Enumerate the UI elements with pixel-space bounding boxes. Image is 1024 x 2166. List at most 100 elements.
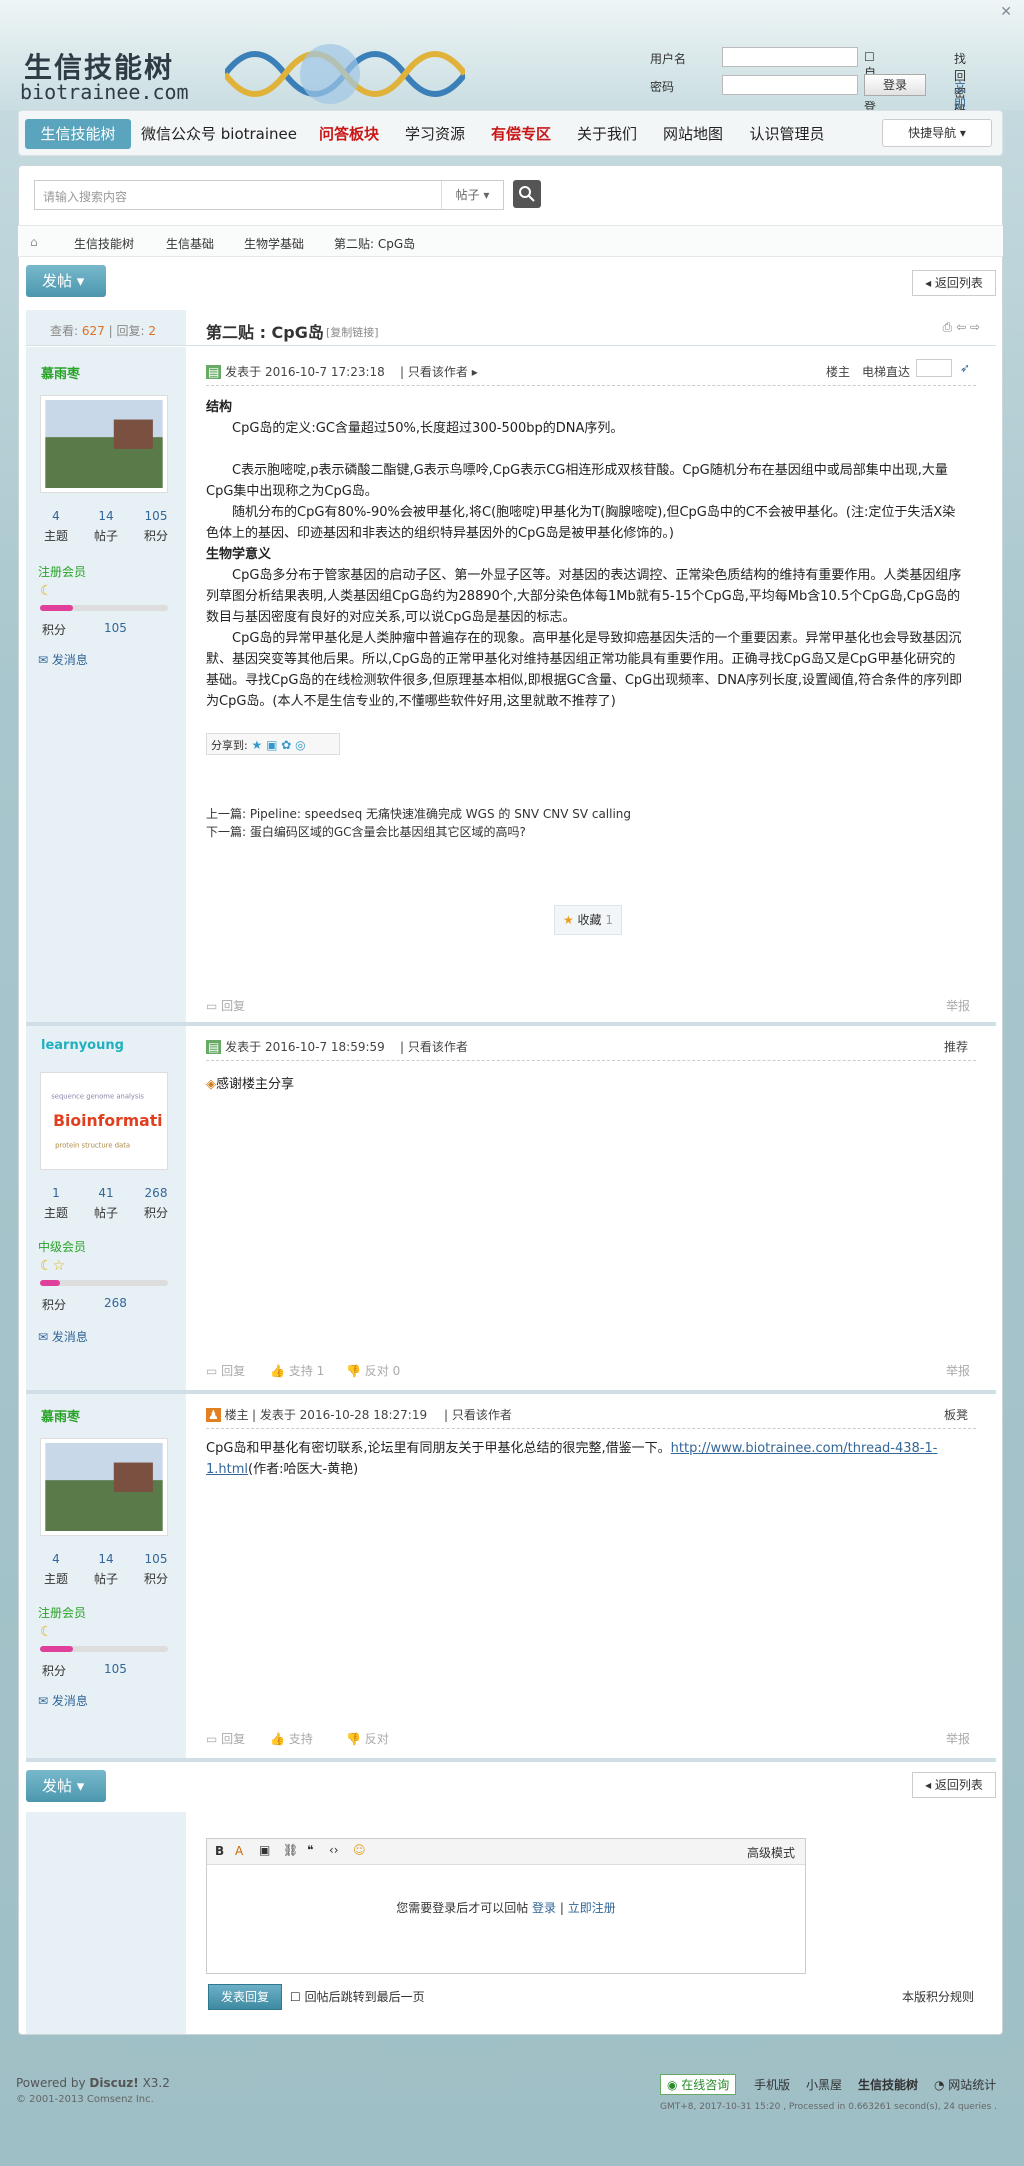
font-color-icon[interactable]: A bbox=[235, 1844, 243, 1858]
user-group[interactable]: 注册会员 bbox=[38, 1604, 86, 1621]
close-icon[interactable]: ✕ bbox=[1000, 4, 1012, 20]
send-message-link[interactable]: ✉ 发消息 bbox=[38, 651, 88, 668]
send-message-link[interactable]: ✉ 发消息 bbox=[38, 1692, 88, 1709]
logo-en[interactable]: biotrainee.com bbox=[20, 80, 189, 104]
stats-link[interactable]: ◔ 网站统计 bbox=[934, 2076, 996, 2093]
search-box: 请输入搜索内容 帖子 ▾ bbox=[34, 180, 504, 210]
print-prev-next-icons[interactable]: ⎙ ⇦ ⇨ bbox=[943, 320, 980, 335]
smiley-icon[interactable]: ☺ bbox=[353, 1843, 366, 1857]
reply-button[interactable]: ▭ 回复 bbox=[206, 1730, 245, 1747]
favorite-button[interactable]: ★ 收藏 1 bbox=[554, 905, 622, 935]
post-content: CpG岛和甲基化有密切联系,论坛里有同朋友关于甲基化总结的很完整,借鉴一下。ht… bbox=[206, 1441, 938, 1477]
search-type-select[interactable]: 帖子 ▾ bbox=[441, 181, 503, 209]
post-time: ▤ 发表于 2016-10-7 18:59:59 bbox=[206, 1040, 385, 1054]
crumb-2[interactable]: 生信基础 bbox=[166, 235, 214, 252]
quote-icon[interactable]: ❝ bbox=[307, 1843, 313, 1857]
password-label: 密码 bbox=[650, 80, 675, 94]
crumb-3[interactable]: 生物学基础 bbox=[244, 235, 304, 252]
quick-nav-dropdown[interactable]: 快捷导航 ▾ bbox=[882, 119, 992, 147]
nav-home[interactable]: 生信技能树 bbox=[25, 119, 131, 149]
avatar[interactable] bbox=[40, 1438, 168, 1536]
nav-paid[interactable]: 有偿专区 bbox=[481, 119, 561, 149]
share-bar: 分享到: ★ ▣ ✿ ◎ bbox=[206, 733, 340, 755]
jump-last-checkbox[interactable]: ☐ 回帖后跳转到最后一页 bbox=[290, 1988, 425, 2005]
nav-about[interactable]: 关于我们 bbox=[567, 119, 647, 149]
user-group[interactable]: 注册会员 bbox=[38, 563, 86, 580]
level-bar bbox=[40, 605, 168, 611]
send-message-link[interactable]: ✉ 发消息 bbox=[38, 1328, 88, 1345]
search-input[interactable]: 请输入搜索内容 bbox=[43, 188, 127, 205]
reply-editor: B A ▣ ⛓ ❝ ‹› ☺ 高级模式 您需要登录后才可以回帖 登录 | 立即注… bbox=[206, 1838, 806, 1974]
owner-badge: ♟ 楼主 bbox=[206, 1408, 249, 1422]
nav-learning[interactable]: 学习资源 bbox=[395, 119, 475, 149]
submit-reply-button[interactable]: 发表回复 bbox=[208, 1984, 282, 2010]
avatar[interactable] bbox=[40, 395, 168, 493]
site-link[interactable]: 生信技能树 bbox=[858, 2076, 918, 2093]
only-author-link[interactable]: | 只看该作者 bbox=[444, 1406, 512, 1423]
new-thread-button-bottom[interactable]: 发帖 ▾ bbox=[26, 1770, 106, 1802]
code-icon[interactable]: ‹› bbox=[329, 1843, 339, 1857]
search-icon bbox=[519, 186, 535, 202]
author-name[interactable]: 慕雨枣 bbox=[41, 363, 80, 382]
back-to-list-button[interactable]: ◂ 返回列表 bbox=[912, 270, 996, 296]
report-button[interactable]: 举报 bbox=[946, 1362, 970, 1379]
nav-wechat[interactable]: 微信公众号 biotrainee bbox=[139, 119, 299, 149]
editor-toolbar: B A ▣ ⛓ ❝ ‹› ☺ 高级模式 bbox=[207, 1839, 805, 1865]
copy-link[interactable]: [复制链接] bbox=[326, 324, 379, 340]
breadcrumb: ⌂ 生信技能树 生信基础 生物学基础 第二贴: CpG岛 bbox=[18, 225, 1003, 257]
jump-icon[interactable]: ➶ bbox=[960, 361, 970, 375]
oppose-button[interactable]: 👎 反对 bbox=[346, 1730, 389, 1747]
only-author-link[interactable]: | 只看该作者 ▸ bbox=[400, 363, 478, 380]
blacklist-link[interactable]: 小黑屋 bbox=[806, 2076, 842, 2093]
discuz-link[interactable]: Discuz! bbox=[89, 2076, 138, 2090]
editor-login-link[interactable]: 登录 bbox=[532, 1901, 556, 1915]
next-thread-link[interactable]: 下一篇: 蛋白编码区域的GC含量会比基因组其它区域的高吗? bbox=[206, 823, 526, 840]
only-author-link[interactable]: | 只看该作者 bbox=[400, 1038, 468, 1055]
support-button[interactable]: 👍 支持 1 bbox=[270, 1362, 324, 1379]
report-button[interactable]: 举报 bbox=[946, 1730, 970, 1747]
dna-banner-icon bbox=[225, 44, 465, 104]
post3-author: 慕雨枣 4 14 105 主题 帖子 积分 注册会员 ☾ 积分 105 ✉ 发消息 bbox=[26, 1394, 186, 1758]
floor-label: 板凳 bbox=[944, 1408, 969, 1422]
username-input[interactable] bbox=[722, 47, 858, 67]
prev-thread-link[interactable]: 上一篇: Pipeline: speedseq 无痛快速准确完成 WGS 的 S… bbox=[206, 805, 631, 822]
oppose-button[interactable]: 👎 反对 0 bbox=[346, 1362, 400, 1379]
reply-button[interactable]: ▭ 回复 bbox=[206, 1362, 245, 1379]
svg-text:protein structure data: protein structure data bbox=[55, 1141, 130, 1149]
floor-label: 楼主 bbox=[826, 365, 851, 379]
moon-icon: ☾ bbox=[40, 583, 53, 599]
advanced-mode-link[interactable]: 高级模式 bbox=[747, 1844, 795, 1861]
nav-qa[interactable]: 问答板块 bbox=[309, 119, 389, 149]
svg-text:Bioinformatics: Bioinformatics bbox=[53, 1111, 163, 1130]
login-button[interactable]: 登录 bbox=[864, 74, 926, 96]
author-name[interactable]: 慕雨枣 bbox=[41, 1406, 80, 1425]
thread-header: 第二贴 : CpG岛 [复制链接] ⎙ ⇦ ⇨ bbox=[186, 310, 996, 346]
nav-sitemap[interactable]: 网站地图 bbox=[653, 119, 733, 149]
share-icons[interactable]: ★ ▣ ✿ ◎ bbox=[252, 738, 306, 752]
jump-floor-input[interactable] bbox=[916, 359, 952, 377]
bold-icon[interactable]: B bbox=[215, 1844, 224, 1858]
crumb-1[interactable]: 生信技能树 bbox=[74, 235, 134, 252]
search-button[interactable] bbox=[513, 180, 541, 208]
reply-button[interactable]: ▭ 回复 bbox=[206, 997, 245, 1014]
image-icon[interactable]: ▣ bbox=[259, 1843, 270, 1857]
link-icon[interactable]: ⛓ bbox=[283, 1843, 298, 1857]
editor-register-link[interactable]: 立即注册 bbox=[568, 1901, 616, 1915]
support-button[interactable]: 👍 支持 bbox=[270, 1730, 313, 1747]
author-name[interactable]: learnyoung bbox=[41, 1038, 124, 1053]
online-consult-button[interactable]: ◉ 在线咨询 bbox=[660, 2074, 737, 2095]
mobile-link[interactable]: 手机版 bbox=[754, 2076, 790, 2093]
rules-link[interactable]: 本版积分规则 bbox=[902, 1988, 974, 2005]
crumb-current: 第二贴: CpG岛 bbox=[334, 237, 416, 251]
report-button[interactable]: 举报 bbox=[946, 997, 970, 1014]
avatar[interactable]: Bioinformatics sequence genome analysis pr… bbox=[40, 1072, 181, 1170]
user-group[interactable]: 中级会员 bbox=[38, 1238, 86, 1255]
nav-admins[interactable]: 认识管理员 bbox=[739, 119, 835, 149]
new-thread-button[interactable]: 发帖 ▾ bbox=[26, 265, 106, 297]
post3-body: ♟ 楼主 | 发表于 2016-10-28 18:27:19 | 只看该作者 板… bbox=[186, 1394, 996, 1758]
password-input[interactable] bbox=[722, 75, 858, 95]
back-to-list-button-bottom[interactable]: ◂ 返回列表 bbox=[912, 1772, 996, 1798]
home-icon[interactable]: ⌂ bbox=[30, 235, 38, 249]
post-content: ◈感谢楼主分享 bbox=[206, 1077, 295, 1092]
moon-icon: ☾ bbox=[40, 1624, 53, 1640]
